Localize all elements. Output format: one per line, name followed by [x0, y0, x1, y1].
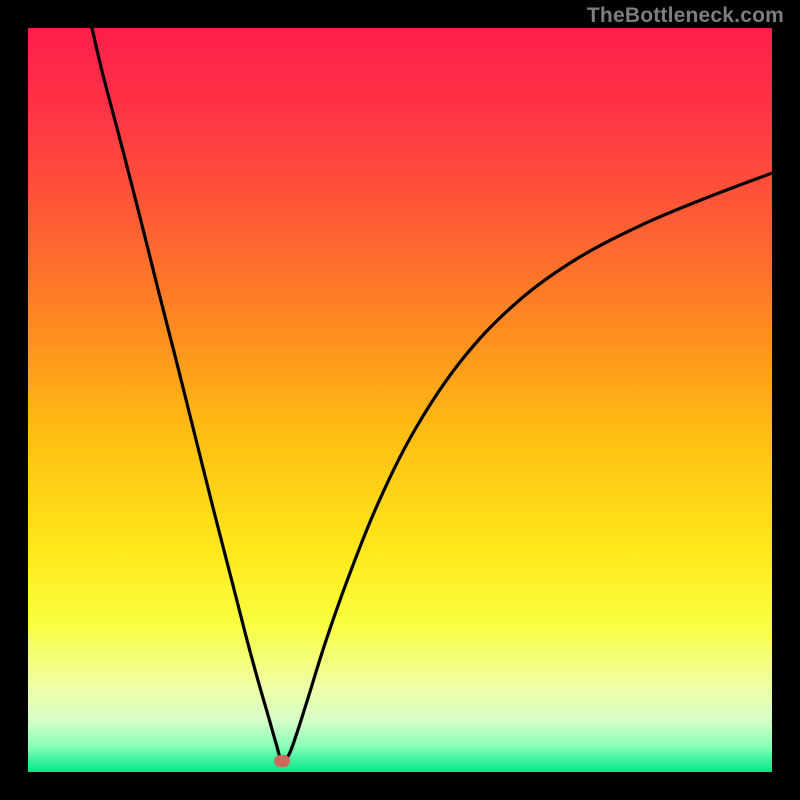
watermark-text: TheBottleneck.com — [587, 4, 784, 28]
bottleneck-curve — [28, 28, 772, 772]
chart-frame: TheBottleneck.com — [0, 0, 800, 800]
plot-area — [28, 28, 772, 772]
selected-point-marker — [274, 755, 290, 767]
